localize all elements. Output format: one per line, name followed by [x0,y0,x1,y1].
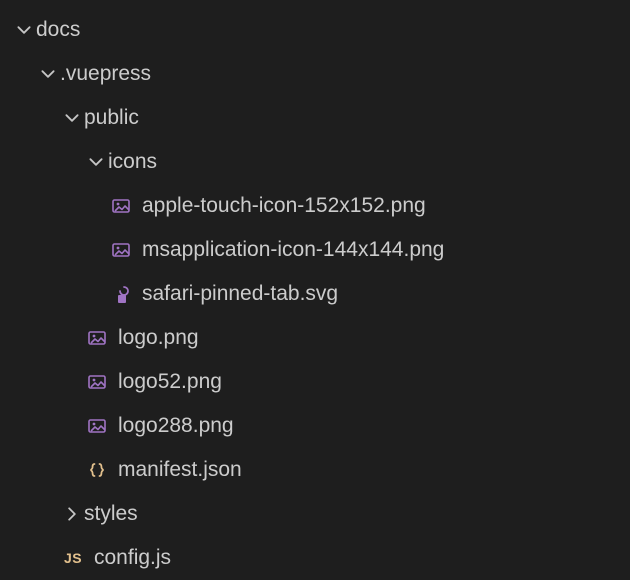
chevron-right-icon [60,505,84,523]
file-safari-pinned-tab[interactable]: safari-pinned-tab.svg [0,272,630,316]
chevron-down-icon [60,109,84,127]
file-label: msapplication-icon-144x144.png [142,238,444,262]
file-label: safari-pinned-tab.svg [142,282,338,306]
image-file-icon [84,328,110,348]
chevron-down-icon [12,21,36,39]
folder-public[interactable]: public [0,96,630,140]
js-file-icon: JS [60,550,86,566]
json-file-icon [84,460,110,480]
image-file-icon [108,196,134,216]
folder-label: public [84,106,139,130]
file-label: logo288.png [118,414,234,438]
file-tree: docs .vuepress public icons [0,8,630,580]
folder-icons[interactable]: icons [0,140,630,184]
file-logo52[interactable]: logo52.png [0,360,630,404]
folder-label: icons [108,150,157,174]
file-label: manifest.json [118,458,242,482]
file-logo[interactable]: logo.png [0,316,630,360]
chevron-down-icon [84,153,108,171]
file-logo288[interactable]: logo288.png [0,404,630,448]
folder-label: styles [84,502,138,526]
image-file-icon [84,372,110,392]
file-label: logo52.png [118,370,222,394]
image-file-icon [84,416,110,436]
file-config-js[interactable]: JS config.js [0,536,630,580]
file-manifest-json[interactable]: manifest.json [0,448,630,492]
image-file-icon [108,240,134,260]
chevron-down-icon [36,65,60,83]
folder-label: docs [36,18,80,42]
file-msapplication-icon[interactable]: msapplication-icon-144x144.png [0,228,630,272]
folder-styles[interactable]: styles [0,492,630,536]
file-label: logo.png [118,326,199,350]
file-label: config.js [94,546,171,570]
file-label: apple-touch-icon-152x152.png [142,194,426,218]
svg-file-icon [108,284,134,304]
folder-vuepress[interactable]: .vuepress [0,52,630,96]
file-apple-touch-icon[interactable]: apple-touch-icon-152x152.png [0,184,630,228]
folder-label: .vuepress [60,62,151,86]
folder-docs[interactable]: docs [0,8,630,52]
